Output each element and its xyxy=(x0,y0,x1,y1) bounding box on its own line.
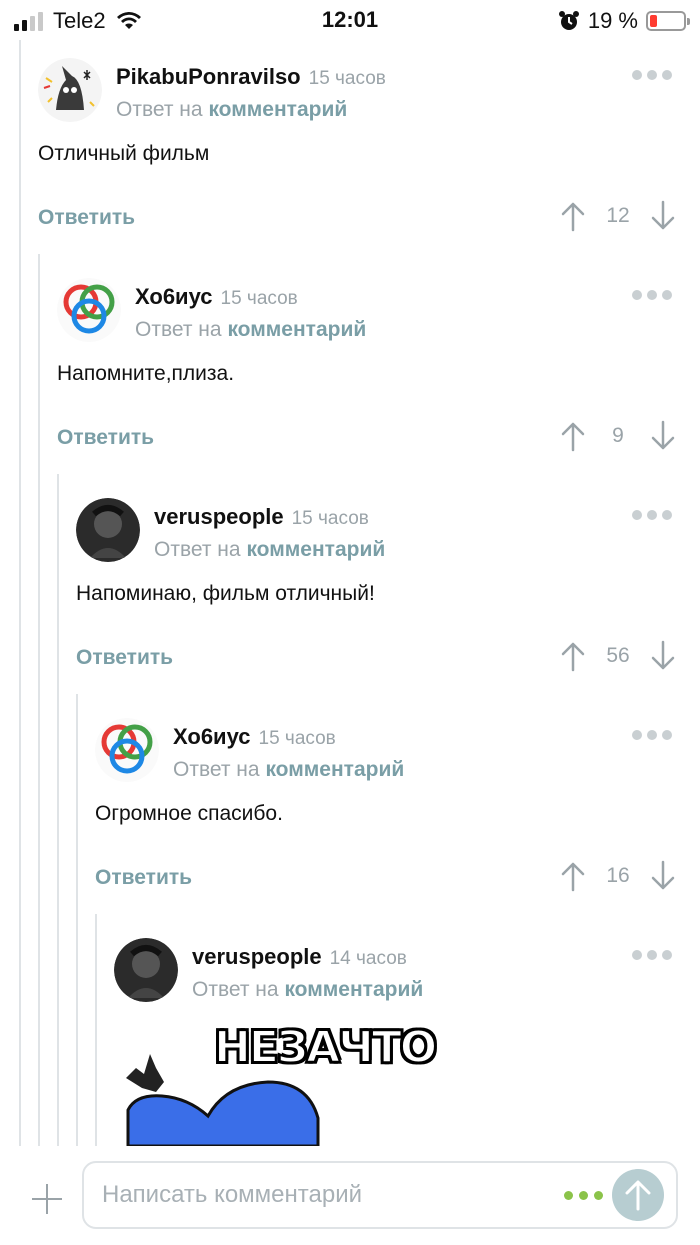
vote-controls: 12 xyxy=(560,200,676,232)
comment: Хо6иус 15 часов Ответ на комментарий Напо… xyxy=(57,278,700,460)
thread-line[interactable] xyxy=(38,254,40,1146)
typing-dots-icon xyxy=(564,1191,603,1200)
author-name[interactable]: veruspeople xyxy=(154,504,284,529)
comment-author[interactable]: PikabuPonravilso 15 часов xyxy=(116,64,386,90)
more-options-icon[interactable] xyxy=(632,510,672,520)
more-options-icon[interactable] xyxy=(632,290,672,300)
reply-to: Ответ на комментарий xyxy=(173,758,404,782)
author-name[interactable]: veruspeople xyxy=(192,944,322,969)
comment-time: 15 часов xyxy=(258,728,336,749)
vote-count: 16 xyxy=(606,864,630,887)
comment-composer xyxy=(0,1146,700,1245)
dark-portrait-avatar[interactable] xyxy=(76,498,140,562)
alarm-icon xyxy=(558,11,579,30)
upvote-icon[interactable] xyxy=(560,420,586,452)
comment-text: Огромное спасибо. xyxy=(95,802,283,825)
battery-percent: 19 % xyxy=(587,8,638,33)
send-button[interactable] xyxy=(612,1169,664,1221)
vote-count: 9 xyxy=(612,424,624,447)
thread-line[interactable] xyxy=(76,694,78,1146)
downvote-icon[interactable] xyxy=(650,420,676,452)
reply-button[interactable]: Ответить xyxy=(95,866,192,890)
comment-author[interactable]: veruspeople 14 часов xyxy=(192,944,407,970)
parent-comment-link[interactable]: комментарий xyxy=(208,98,347,121)
comment-time: 14 часов xyxy=(329,948,407,969)
downvote-icon[interactable] xyxy=(650,640,676,672)
author-name[interactable]: Хо6иус xyxy=(135,284,213,309)
vote-controls: 56 xyxy=(560,640,676,672)
reply-button[interactable]: Ответить xyxy=(38,206,135,230)
author-name[interactable]: Хо6иус xyxy=(173,724,251,749)
vote-count: 56 xyxy=(606,644,630,667)
parent-comment-link[interactable]: комментарий xyxy=(284,978,423,1001)
arrow-up-icon xyxy=(625,1180,651,1211)
reply-button[interactable]: Ответить xyxy=(57,426,154,450)
vote-count: 12 xyxy=(606,204,630,227)
parent-comment-link[interactable]: комментарий xyxy=(265,758,404,781)
comment-text: Напомните,плиза. xyxy=(57,362,235,385)
reply-to: Ответ на комментарий xyxy=(192,978,423,1002)
comment: PikabuPonravilso 15 часов Ответ на коммен… xyxy=(38,58,700,240)
reply-to-prefix: Ответ на xyxy=(173,758,260,781)
parent-comment-link[interactable]: комментарий xyxy=(227,318,366,341)
comment-input[interactable] xyxy=(102,1175,542,1215)
rings-avatar[interactable] xyxy=(57,278,121,342)
comment: veruspeople 14 часов Ответ на комментарий xyxy=(114,938,700,1018)
reply-to: Ответ на комментарий xyxy=(135,318,366,342)
comment-input-box[interactable] xyxy=(82,1161,678,1229)
more-options-icon[interactable] xyxy=(632,70,672,80)
dark-portrait-avatar[interactable] xyxy=(114,938,178,1002)
thread-line[interactable] xyxy=(19,40,21,1146)
more-options-icon[interactable] xyxy=(632,730,672,740)
comment: veruspeople 15 часов Ответ на комментарий… xyxy=(76,498,700,680)
comment-author[interactable]: Хо6иус 15 часов xyxy=(173,724,336,750)
comment-time: 15 часов xyxy=(220,288,298,309)
upvote-icon[interactable] xyxy=(560,200,586,232)
reply-button[interactable]: Ответить xyxy=(76,646,173,670)
author-name[interactable]: PikabuPonravilso xyxy=(116,64,301,89)
comment-text: Отличный фильм xyxy=(38,142,210,165)
status-bar: Tele2 12:01 19 % xyxy=(0,0,700,40)
comment-author[interactable]: Хо6иус 15 часов xyxy=(135,284,298,310)
reply-to-prefix: Ответ на xyxy=(154,538,241,561)
battery-icon xyxy=(646,11,690,31)
upvote-icon[interactable] xyxy=(560,860,586,892)
reply-to-prefix: Ответ на xyxy=(192,978,279,1001)
reply-to: Ответ на комментарий xyxy=(154,538,385,562)
comment: Хо6иус 15 часов Ответ на комментарий Огро… xyxy=(95,718,700,900)
downvote-icon[interactable] xyxy=(650,860,676,892)
reply-to-prefix: Ответ на xyxy=(135,318,222,341)
vote-controls: 16 xyxy=(560,860,676,892)
plus-icon[interactable] xyxy=(30,1182,64,1216)
thread-line[interactable] xyxy=(95,914,97,1146)
cat-wizard-avatar[interactable] xyxy=(38,58,102,122)
comment-author[interactable]: veruspeople 15 часов xyxy=(154,504,369,530)
thread-line[interactable] xyxy=(57,474,59,1146)
parent-comment-link[interactable]: комментарий xyxy=(246,538,385,561)
downvote-icon[interactable] xyxy=(650,200,676,232)
upvote-icon[interactable] xyxy=(560,640,586,672)
comment-text: Напоминаю, фильм отличный! xyxy=(76,582,375,605)
reply-to-prefix: Ответ на xyxy=(116,98,203,121)
more-options-icon[interactable] xyxy=(632,950,672,960)
reply-to: Ответ на комментарий xyxy=(116,98,347,122)
comment-time: 15 часов xyxy=(308,68,386,89)
comment-time: 15 часов xyxy=(291,508,369,529)
rings-avatar[interactable] xyxy=(95,718,159,782)
vote-controls: 9 xyxy=(560,420,676,452)
meme-caption: НЕЗАЧТО xyxy=(213,1021,438,1074)
